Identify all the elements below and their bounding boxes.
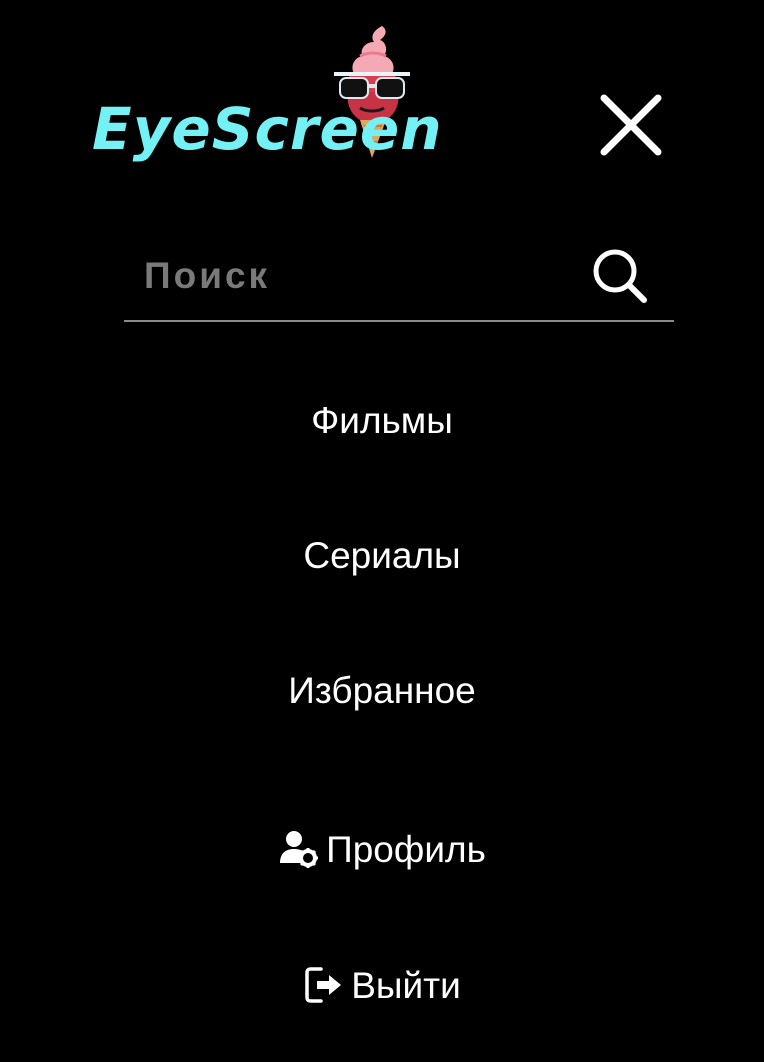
- close-button[interactable]: [596, 90, 666, 160]
- nav-movies[interactable]: Фильмы: [0, 399, 764, 439]
- close-icon: [600, 94, 662, 156]
- search-input[interactable]: [144, 248, 564, 304]
- nav-series-label: Сериалы: [303, 534, 461, 576]
- search-bar: [124, 238, 674, 322]
- sign-out-icon: [303, 965, 343, 1005]
- nav-movies-label: Фильмы: [311, 399, 453, 441]
- nav-favorites-label: Избранное: [288, 669, 476, 711]
- brand-name: EyeScreen: [92, 95, 443, 163]
- logo[interactable]: EyeScreen: [92, 22, 472, 172]
- nav-profile-label: Профиль: [326, 828, 486, 870]
- search-icon: [593, 249, 647, 303]
- search-button[interactable]: [590, 246, 650, 306]
- user-gear-icon: [278, 829, 319, 869]
- nav-logout[interactable]: Выйти: [0, 964, 764, 1005]
- nav-favorites[interactable]: Избранное: [0, 669, 764, 709]
- mobile-menu: EyeScreen Фильмы Сериалы Избранное: [0, 0, 764, 1062]
- nav-profile[interactable]: Профиль: [0, 828, 764, 869]
- nav-logout-label: Выйти: [351, 964, 461, 1006]
- nav-series[interactable]: Сериалы: [0, 534, 764, 574]
